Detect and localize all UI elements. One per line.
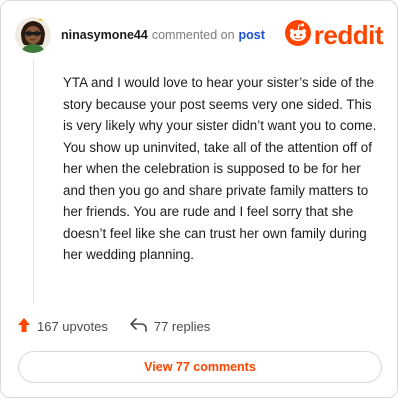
view-comments-button[interactable]: View 77 comments: [18, 351, 382, 383]
upvote-button[interactable]: 167 upvotes: [17, 317, 108, 336]
upvote-count: 167 upvotes: [37, 319, 108, 334]
comment-header: ninasymone44 commented on post reddit: [15, 13, 384, 57]
comment-meta: ninasymone44 commented on post: [61, 28, 265, 42]
comment-text: YTA and I would love to hear your sister…: [63, 75, 377, 262]
post-link[interactable]: post: [239, 28, 265, 42]
avatar[interactable]: [15, 17, 51, 53]
reddit-wordmark: reddit: [313, 20, 384, 50]
reply-arrow-icon: [130, 318, 148, 335]
reddit-logo[interactable]: reddit: [284, 19, 384, 52]
thread-line[interactable]: [33, 59, 34, 304]
username[interactable]: ninasymone44: [61, 28, 148, 42]
comment-actions: 167 upvotes 77 replies: [17, 317, 210, 336]
comment-card: ninasymone44 commented on post reddit YT…: [0, 0, 398, 398]
upvote-arrow-icon: [17, 317, 31, 336]
commented-on-label: commented on: [151, 28, 235, 42]
reddit-snoo-icon: [284, 19, 312, 52]
reply-count: 77 replies: [153, 319, 211, 334]
reply-button[interactable]: 77 replies: [130, 318, 210, 335]
